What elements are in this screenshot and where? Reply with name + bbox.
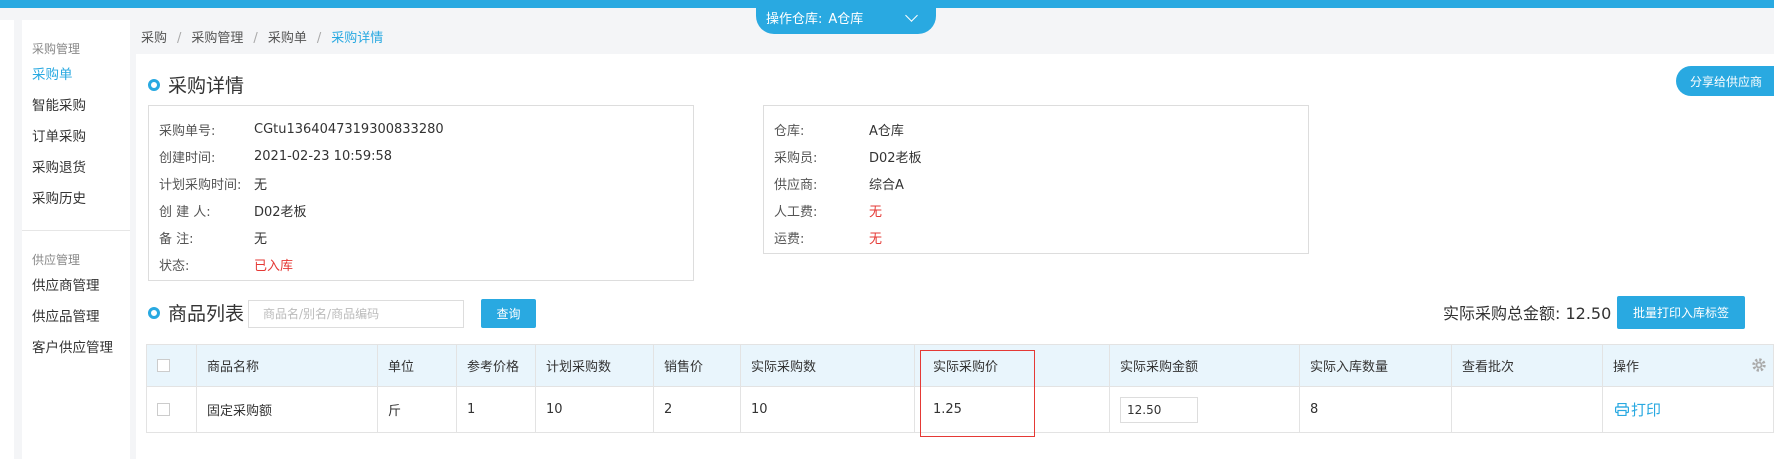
cell-sale-price: 2 (654, 387, 741, 432)
sidebar-item-supply-product-manage[interactable]: 供应品管理 (32, 302, 120, 333)
sidebar-item-smart-purchase[interactable]: 智能采购 (32, 91, 120, 122)
cell-batch (1452, 387, 1603, 432)
info-row: 备 注: 无 (159, 232, 268, 247)
total-amount: 实际采购总金额: 12.50 (1443, 304, 1612, 323)
info-row: 运费: 无 (774, 232, 883, 247)
column-header: 商品名称 (197, 345, 378, 386)
batch-print-button[interactable]: 批量打印入库标签 (1617, 296, 1745, 329)
column-header: 销售价 (654, 345, 741, 386)
sidebar-item-supplier-manage[interactable]: 供应商管理 (32, 271, 120, 302)
detail-info-right: 仓库: A仓库 采购员: D02老板 供应商: 综合A 人工费: 无 运费: 无 (763, 105, 1309, 254)
row-checkbox-cell (147, 387, 197, 432)
print-link[interactable]: 打印 (1615, 399, 1661, 420)
info-row: 采购员: D02老板 (774, 151, 922, 166)
breadcrumb-current: 采购详情 (331, 31, 384, 46)
info-row: 人工费: 无 (774, 205, 883, 220)
warehouse-value: A仓库 (828, 11, 864, 27)
cell-plan-qty: 10 (536, 387, 654, 432)
info-row: 创建时间: 2021-02-23 10:59:58 (159, 149, 393, 166)
cell-product-name: 固定采购额 (197, 387, 378, 432)
column-header: 操作 (1603, 345, 1773, 386)
sidebar-item-customer-supply-manage[interactable]: 客户供应管理 (32, 333, 120, 364)
info-row: 采购单号: CGtu1364047319300833280 (159, 122, 444, 139)
sidebar-group-title: 供应管理 (32, 253, 81, 267)
column-header: 实际采购金额 (1110, 345, 1300, 386)
row-checkbox[interactable] (157, 403, 170, 416)
circle-icon (148, 78, 160, 91)
actual-amount-input[interactable] (1120, 396, 1198, 423)
sidebar-group-purchase: 采购管理 采购单 智能采购 订单采购 采购退货 采购历史 (22, 40, 130, 215)
cell-actual-amount (1110, 387, 1300, 432)
info-row: 供应商: 综合A (774, 178, 904, 193)
cell-actual-price: 1.25 (915, 387, 1110, 432)
sidebar-item-purchase-history[interactable]: 采购历史 (32, 184, 120, 215)
cell-unit: 斤 (378, 387, 457, 432)
product-search-input[interactable] (248, 300, 464, 328)
chevron-down-icon[interactable] (905, 9, 918, 22)
circle-icon (148, 306, 160, 319)
column-header: 实际入库数量 (1300, 345, 1452, 386)
warehouse-selector[interactable]: 操作仓库: A仓库 (756, 0, 936, 34)
sidebar-group-title: 采购管理 (32, 42, 81, 56)
column-header: 计划采购数 (536, 345, 654, 386)
printer-icon (1615, 403, 1629, 416)
warehouse-label: 操作仓库: (766, 11, 823, 27)
breadcrumb-item[interactable]: 采购 (141, 31, 167, 46)
info-row: 仓库: A仓库 (774, 124, 904, 139)
detail-section-title: 采购详情 (148, 71, 244, 98)
status-value: 已入库 (254, 259, 294, 274)
cell-stock-qty: 8 (1300, 387, 1452, 432)
sidebar: 采购管理 采购单 智能采购 订单采购 采购退货 采购历史 供应管理 供应商管理 … (22, 20, 130, 459)
gear-icon[interactable] (1751, 357, 1767, 373)
products-title: 商品列表 (168, 303, 245, 325)
table-row: 固定采购额 斤 1 10 2 10 1.25 8 打印 (147, 386, 1773, 432)
column-header: 实际采购价 (915, 345, 1110, 386)
table-header: 商品名称 单位 参考价格 计划采购数 销售价 实际采购数 实际采购价 实际采购金… (147, 345, 1773, 386)
share-to-supplier-button[interactable]: 分享给供应商 (1676, 66, 1774, 96)
breadcrumb-item[interactable]: 采购单 (268, 31, 307, 46)
product-table: 商品名称 单位 参考价格 计划采购数 销售价 实际采购数 实际采购价 实际采购金… (146, 344, 1774, 433)
info-row: 状态: 已入库 (159, 251, 683, 278)
sidebar-item-order-purchase[interactable]: 订单采购 (32, 122, 120, 153)
cell-action: 打印 (1603, 387, 1773, 432)
column-header: 实际采购数 (741, 345, 915, 386)
sidebar-item-purchase-order[interactable]: 采购单 (32, 60, 120, 91)
left-strip (0, 20, 14, 459)
column-header: 查看批次 (1452, 345, 1603, 386)
column-header: 参考价格 (457, 345, 536, 386)
breadcrumb-item[interactable]: 采购管理 (191, 31, 243, 46)
column-header: 单位 (378, 345, 457, 386)
info-row: 创 建 人: D02老板 (159, 205, 307, 220)
breadcrumb: 采购 / 采购管理 / 采购单 / 采购详情 (141, 31, 384, 46)
query-button[interactable]: 查询 (481, 299, 536, 328)
detail-info-left: 采购单号: CGtu1364047319300833280 创建时间: 2021-0… (148, 105, 694, 281)
sidebar-item-purchase-return[interactable]: 采购退货 (32, 153, 120, 184)
products-section-title: 商品列表 (148, 299, 244, 326)
select-all-checkbox[interactable] (157, 359, 170, 372)
cell-actual-qty: 10 (741, 387, 915, 432)
cell-ref-price: 1 (457, 387, 536, 432)
sidebar-divider (22, 230, 130, 231)
header-checkbox-cell (147, 345, 197, 386)
sidebar-group-supply: 供应管理 供应商管理 供应品管理 客户供应管理 (22, 251, 130, 364)
info-row: 计划采购时间: 无 (159, 178, 268, 193)
detail-title: 采购详情 (168, 75, 245, 97)
